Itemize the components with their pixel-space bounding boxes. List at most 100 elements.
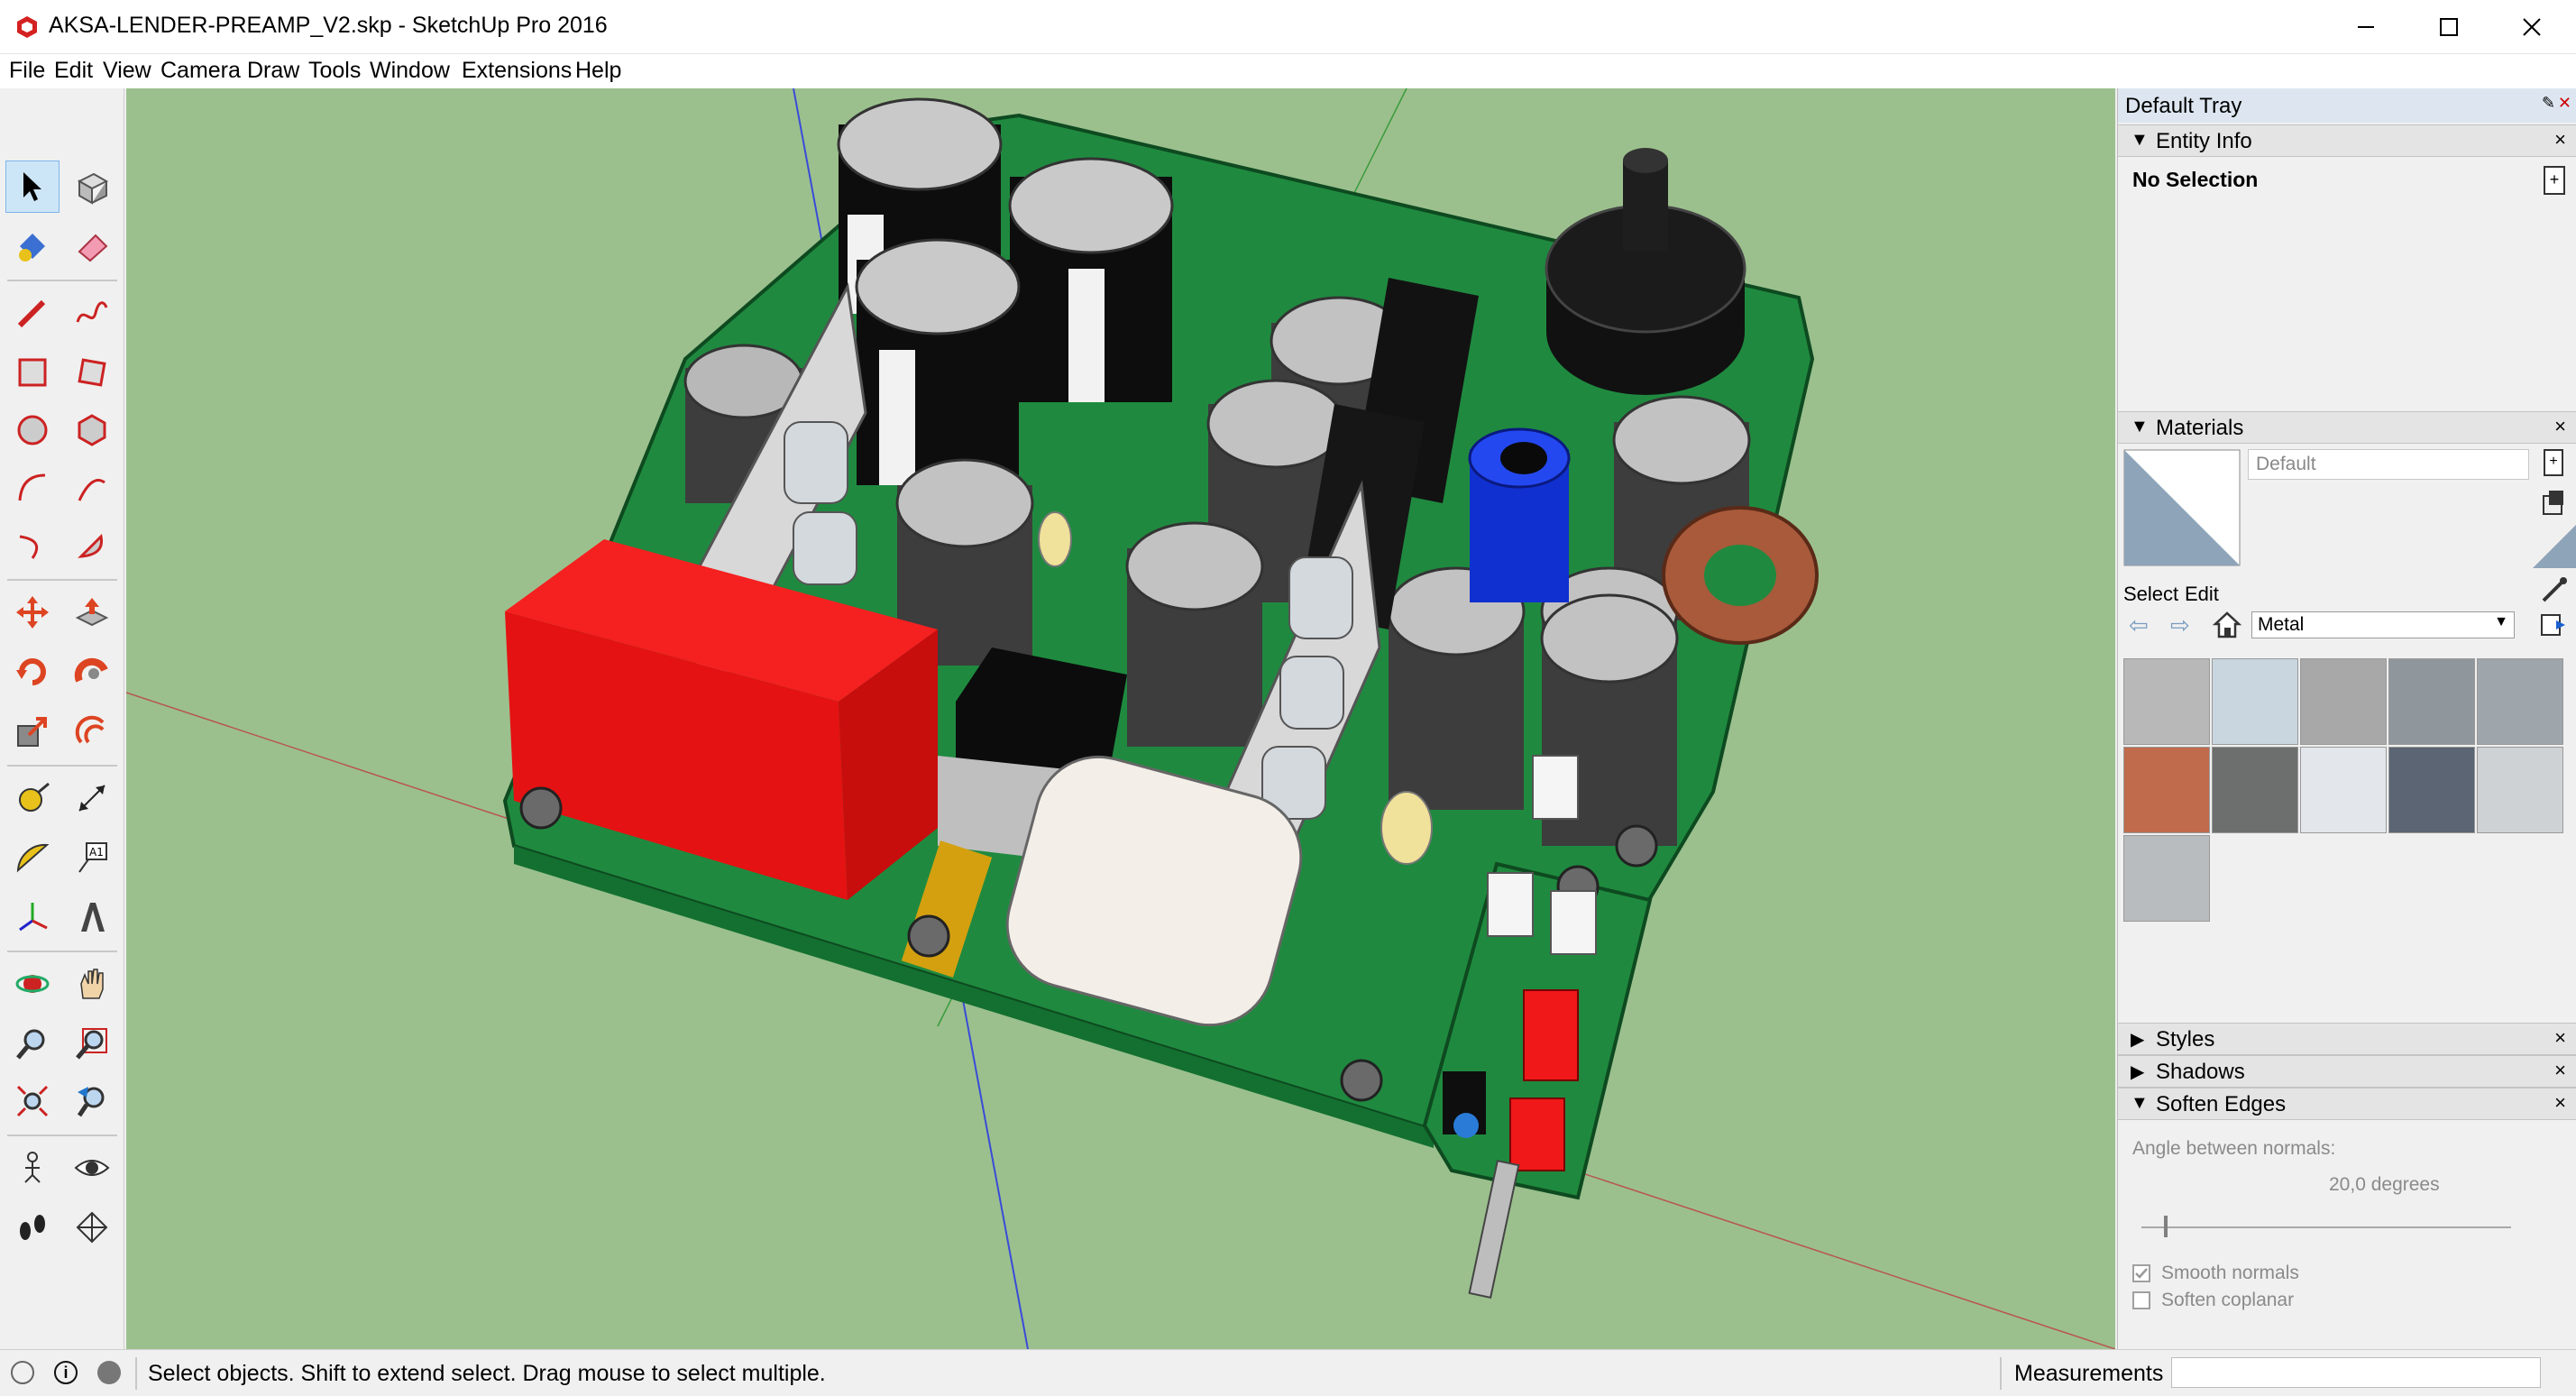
zoom-icon[interactable] — [5, 1017, 60, 1070]
user-icon[interactable] — [97, 1361, 121, 1384]
menu-help[interactable]: Help — [575, 58, 621, 84]
details-arrow-icon[interactable] — [2540, 611, 2567, 638]
geolocation-icon[interactable] — [11, 1361, 34, 1384]
back-arrow-icon[interactable]: ⇦ — [2129, 611, 2156, 638]
home-icon[interactable] — [2212, 610, 2242, 640]
styles-header[interactable]: ▶ Styles × — [2118, 1023, 2576, 1055]
protractor-icon[interactable] — [5, 831, 60, 884]
make-component-icon[interactable] — [65, 161, 119, 213]
maximize-icon[interactable] — [2407, 0, 2490, 54]
entity-info-header[interactable]: ▼ Entity Info × — [2118, 124, 2576, 157]
pan-icon[interactable] — [65, 958, 119, 1010]
soften-coplanar-checkbox[interactable] — [2132, 1291, 2150, 1309]
two-point-arc-icon[interactable] — [65, 462, 119, 514]
minimize-icon[interactable] — [2324, 0, 2407, 54]
material-swatch[interactable] — [2123, 747, 2210, 833]
forward-arrow-icon[interactable]: ⇨ — [2170, 611, 2197, 638]
move-icon[interactable] — [5, 586, 60, 638]
look-around-icon[interactable] — [65, 1142, 119, 1194]
circle-icon[interactable] — [5, 404, 60, 456]
angle-slider-track[interactable] — [2141, 1226, 2511, 1228]
menu-file[interactable]: File — [9, 58, 45, 84]
material-name-field[interactable]: Default — [2248, 449, 2529, 480]
material-swatch[interactable] — [2300, 658, 2387, 745]
material-swatch[interactable] — [2477, 747, 2563, 833]
material-library-icon[interactable] — [2540, 489, 2567, 516]
previous-view-icon[interactable] — [65, 1075, 119, 1127]
shadows-header[interactable]: ▶ Shadows × — [2118, 1055, 2576, 1088]
tab-select[interactable]: Select — [2123, 583, 2178, 606]
rectangle-icon[interactable] — [5, 346, 60, 399]
three-point-arc-icon[interactable] — [5, 519, 60, 572]
menu-tools[interactable]: Tools — [308, 58, 361, 84]
tray-close-icon[interactable]: ✕ — [2558, 94, 2571, 113]
menu-extensions[interactable]: Extensions — [462, 58, 572, 84]
polygon-icon[interactable] — [65, 404, 119, 456]
menu-draw[interactable]: Draw — [247, 58, 299, 84]
select-icon[interactable] — [5, 161, 60, 213]
panel-close-icon[interactable]: × — [2554, 1091, 2566, 1115]
eraser-icon[interactable] — [65, 220, 119, 272]
material-swatch[interactable] — [2388, 747, 2475, 833]
freehand-icon[interactable] — [65, 287, 119, 339]
pencil-icon[interactable] — [5, 287, 60, 339]
toolbar-divider — [7, 1134, 117, 1136]
axes-icon[interactable] — [5, 891, 60, 943]
offset-icon[interactable] — [65, 705, 119, 758]
text-icon[interactable]: A1 — [65, 831, 119, 884]
smooth-normals-checkbox[interactable] — [2132, 1264, 2150, 1282]
menu-window[interactable]: Window — [370, 58, 450, 84]
walk-icon[interactable] — [5, 1201, 60, 1254]
pin-icon[interactable]: ✎ — [2542, 94, 2555, 113]
rotated-rectangle-icon[interactable] — [65, 346, 119, 399]
default-tray: Default Tray ✎ ✕ ▼ Entity Info × No Sele… — [2117, 88, 2576, 1349]
angle-slider-thumb[interactable] — [2163, 1216, 2168, 1237]
panel-close-icon[interactable]: × — [2554, 1059, 2566, 1082]
measurements-input[interactable] — [2171, 1357, 2541, 1388]
3d-text-icon[interactable] — [65, 891, 119, 943]
zoom-extents-icon[interactable] — [5, 1075, 60, 1127]
credits-icon[interactable]: i — [54, 1361, 78, 1384]
materials-header[interactable]: ▼ Materials × — [2118, 411, 2576, 444]
scale-icon[interactable] — [5, 705, 60, 758]
follow-me-icon[interactable] — [65, 646, 119, 698]
material-library-dropdown[interactable]: Metal ▼ — [2251, 611, 2515, 638]
position-camera-icon[interactable] — [5, 1142, 60, 1194]
close-icon[interactable] — [2490, 0, 2573, 54]
create-material-icon[interactable]: + — [2544, 449, 2563, 476]
material-swatch[interactable] — [2123, 658, 2210, 745]
menu-camera[interactable]: Camera — [160, 58, 241, 84]
model-viewport[interactable] — [126, 88, 2115, 1349]
dimension-icon[interactable] — [65, 772, 119, 824]
chevron-down-icon: ▼ — [2494, 614, 2508, 629]
panel-close-icon[interactable]: × — [2554, 415, 2566, 438]
material-swatch[interactable] — [2212, 747, 2298, 833]
menu-edit[interactable]: Edit — [54, 58, 93, 84]
capacitor-yellow — [1038, 511, 1072, 567]
material-swatch[interactable] — [2388, 658, 2475, 745]
material-swatch[interactable] — [2477, 658, 2563, 745]
entity-info-detail-icon[interactable]: + — [2544, 166, 2565, 195]
material-swatch[interactable] — [2300, 747, 2387, 833]
eyedropper-icon[interactable] — [2540, 575, 2569, 604]
paint-bucket-icon[interactable] — [5, 220, 60, 272]
material-swatch[interactable] — [2212, 658, 2298, 745]
panel-close-icon[interactable]: × — [2554, 1026, 2566, 1050]
tape-measure-icon[interactable] — [5, 772, 60, 824]
pie-icon[interactable] — [65, 519, 119, 572]
rotate-icon[interactable] — [5, 646, 60, 698]
capacitor-blue — [1468, 427, 1571, 602]
zoom-window-icon[interactable] — [65, 1017, 119, 1070]
default-material-icon[interactable] — [2533, 525, 2576, 568]
orbit-icon[interactable] — [5, 958, 60, 1010]
material-swatch[interactable] — [2123, 835, 2210, 922]
tab-edit[interactable]: Edit — [2185, 583, 2219, 606]
smooth-normals-label: Smooth normals — [2161, 1263, 2299, 1283]
panel-close-icon[interactable]: × — [2554, 128, 2566, 152]
arc-icon[interactable] — [5, 462, 60, 514]
soften-edges-label: Soften Edges — [2156, 1092, 2287, 1116]
push-pull-icon[interactable] — [65, 586, 119, 638]
menu-view[interactable]: View — [103, 58, 151, 84]
section-plane-icon[interactable] — [65, 1201, 119, 1254]
soften-edges-header[interactable]: ▼ Soften Edges × — [2118, 1088, 2576, 1120]
